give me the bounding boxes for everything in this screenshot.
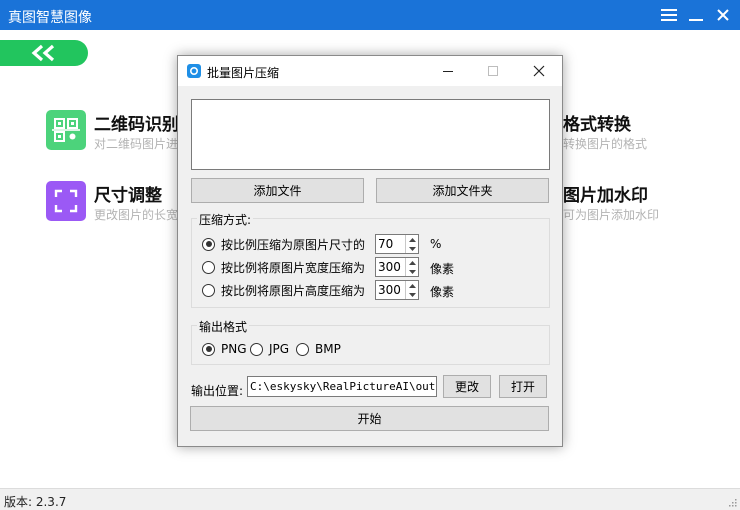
- menu-icon[interactable]: [657, 4, 681, 26]
- feature-desc: 更改图片的长宽: [94, 208, 179, 222]
- status-bar: 版本: 2.3.7: [0, 488, 740, 510]
- option-label: 按比例将原图片高度压缩为: [221, 283, 366, 298]
- feature-desc: 对二维码图片进: [94, 137, 179, 151]
- version-number: 2.3.7: [35, 495, 67, 509]
- compress-mode-legend: 压缩方式:: [197, 211, 254, 228]
- stepper-up-icon[interactable]: [406, 258, 418, 267]
- stepper-value: 70: [378, 237, 394, 251]
- stepper-value: 300: [378, 283, 401, 297]
- stepper-value: 300: [378, 260, 401, 274]
- radio-width[interactable]: [202, 260, 215, 274]
- unit-label: 像素: [430, 285, 455, 299]
- minimize-icon[interactable]: [684, 4, 708, 26]
- option-height[interactable]: 按比例将原图片高度压缩为: [202, 280, 365, 300]
- app-title: 真图智慧图像: [8, 10, 92, 26]
- option-label: 按比例压缩为原图片尺寸的: [221, 237, 366, 252]
- resize-icon: [46, 181, 86, 221]
- unit-label: 像素: [430, 262, 455, 276]
- batch-compress-dialog: 批量图片压缩 添加文件 添加文件夹 压缩方式: 按比例压缩为原图片尺寸的 70 …: [177, 55, 563, 447]
- format-label: JPG: [269, 342, 290, 356]
- feature-title: 格式转换: [563, 115, 631, 135]
- output-format-legend: 输出格式: [197, 318, 250, 335]
- double-chevron-left-icon: [31, 44, 55, 62]
- file-list-box[interactable]: [191, 99, 550, 170]
- close-icon[interactable]: [711, 4, 735, 26]
- radio-jpg[interactable]: [250, 342, 263, 356]
- feature-title: 二维码识别: [94, 115, 179, 135]
- qrcode-icon: [46, 110, 86, 150]
- start-button[interactable]: 开始: [190, 406, 549, 431]
- version-text: 版本: 2.3.7: [4, 493, 66, 510]
- format-label: PNG: [221, 342, 247, 356]
- app-titlebar: 真图智慧图像: [0, 0, 740, 30]
- width-stepper[interactable]: 300: [375, 257, 419, 277]
- stepper-down-icon[interactable]: [406, 244, 418, 253]
- format-label: BMP: [315, 342, 341, 356]
- feature-title: 图片加水印: [563, 186, 648, 206]
- radio-bmp[interactable]: [296, 342, 309, 356]
- radio-png[interactable]: [202, 342, 215, 356]
- dialog-titlebar: 批量图片压缩: [178, 56, 562, 86]
- percent-stepper[interactable]: 70: [375, 234, 419, 254]
- add-folder-button[interactable]: 添加文件夹: [376, 178, 549, 203]
- unit-label: %: [430, 237, 442, 251]
- height-stepper[interactable]: 300: [375, 280, 419, 300]
- option-width[interactable]: 按比例将原图片宽度压缩为: [202, 257, 365, 277]
- output-location-label: 输出位置:: [191, 384, 244, 398]
- minimize-icon[interactable]: [436, 61, 460, 81]
- change-path-button[interactable]: 更改: [443, 375, 491, 398]
- app-logo-icon: [187, 64, 201, 78]
- stepper-up-icon[interactable]: [406, 281, 418, 290]
- stepper-down-icon[interactable]: [406, 267, 418, 276]
- radio-percent[interactable]: [202, 237, 215, 251]
- stepper-up-icon[interactable]: [406, 235, 418, 244]
- close-icon[interactable]: [527, 61, 551, 81]
- open-folder-button[interactable]: 打开: [499, 375, 547, 398]
- resize-grip-icon[interactable]: [727, 497, 737, 507]
- format-png[interactable]: PNG: [202, 339, 247, 359]
- version-label: 版本:: [4, 495, 36, 509]
- output-path-field[interactable]: C:\eskysky\RealPictureAI\output: [247, 376, 437, 397]
- option-percent[interactable]: 按比例压缩为原图片尺寸的: [202, 234, 365, 254]
- add-file-button[interactable]: 添加文件: [191, 178, 364, 203]
- back-button[interactable]: [0, 40, 88, 66]
- format-jpg[interactable]: JPG: [250, 339, 289, 359]
- maximize-icon: [481, 61, 505, 81]
- dialog-title: 批量图片压缩: [207, 66, 280, 80]
- feature-desc: 转换图片的格式: [563, 137, 648, 151]
- feature-title: 尺寸调整: [94, 186, 162, 206]
- feature-desc: 可为图片添加水印: [563, 208, 660, 222]
- stepper-down-icon[interactable]: [406, 290, 418, 299]
- option-label: 按比例将原图片宽度压缩为: [221, 260, 366, 275]
- format-bmp[interactable]: BMP: [296, 339, 341, 359]
- radio-height[interactable]: [202, 283, 215, 297]
